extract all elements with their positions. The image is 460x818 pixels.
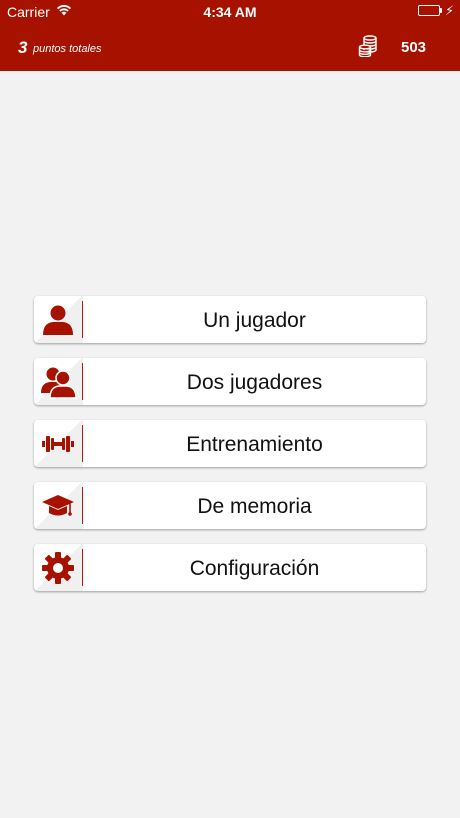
settings-button[interactable]: Configuración bbox=[34, 544, 426, 591]
two-players-button[interactable]: Dos jugadores bbox=[34, 358, 426, 405]
main-menu: Un jugador Dos jugadores Entrenamiento D… bbox=[34, 296, 426, 606]
two-users-icon-cell bbox=[34, 358, 83, 405]
clock: 4:34 AM bbox=[203, 4, 257, 20]
gear-icon-cell bbox=[34, 544, 83, 591]
menu-item-label: Configuración bbox=[189, 557, 320, 580]
charging-icon: ⚡ bbox=[445, 3, 455, 18]
battery-tip bbox=[440, 8, 442, 13]
single-player-button[interactable]: Un jugador bbox=[34, 296, 426, 343]
menu-item-label: De memoria bbox=[197, 495, 312, 518]
menu-item-label: Un jugador bbox=[203, 309, 306, 332]
single-user-icon bbox=[43, 305, 73, 335]
dumbbell-icon bbox=[42, 436, 74, 452]
coins-icon[interactable] bbox=[358, 35, 378, 62]
dumbbell-icon-cell bbox=[34, 420, 83, 467]
battery-icon bbox=[418, 5, 440, 16]
single-user-icon-cell bbox=[34, 296, 83, 343]
points-label: puntos totales bbox=[33, 43, 102, 55]
two-users-icon bbox=[41, 367, 77, 399]
points-count: 3 bbox=[18, 38, 28, 57]
memory-button[interactable]: De memoria bbox=[34, 482, 426, 529]
status-bar: Carrier 4:34 AM ⚡ bbox=[0, 0, 460, 22]
header-bar: 3 puntos totales 503 bbox=[0, 22, 460, 71]
graduation-cap-icon-cell bbox=[34, 482, 83, 529]
coins-value: 503 bbox=[401, 39, 427, 56]
training-button[interactable]: Entrenamiento bbox=[34, 420, 426, 467]
graduation-cap-icon bbox=[42, 495, 74, 516]
menu-item-label: Dos jugadores bbox=[186, 371, 323, 394]
menu-item-label: Entrenamiento bbox=[186, 433, 323, 456]
gear-icon bbox=[42, 552, 74, 584]
